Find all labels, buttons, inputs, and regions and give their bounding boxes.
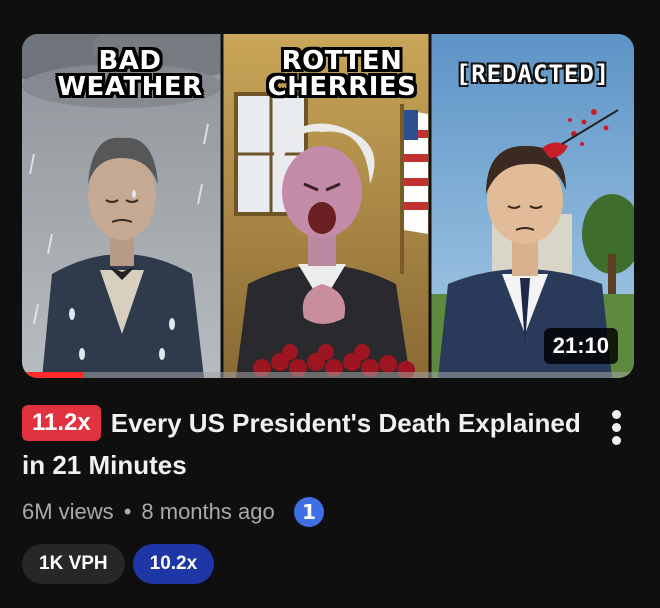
stats-chips: 1K VPH 10.2x	[22, 544, 215, 584]
view-count: 6M views	[22, 499, 114, 524]
ratio-chip[interactable]: 10.2x	[132, 544, 215, 584]
thumbnail-label-rotten-cherries: ROTTEN CHERRIES	[267, 46, 417, 102]
video-title-text[interactable]: Every US President's Death Explained in …	[22, 408, 581, 480]
video-thumbnail[interactable]: BAD WEATHER ROTTEN CHERRIES [REDACTED] 2…	[22, 34, 634, 378]
outlier-score-badge: 11.2x	[22, 405, 101, 441]
info-badge-number: 1	[302, 500, 316, 524]
more-vert-icon[interactable]	[604, 406, 630, 450]
video-title[interactable]: 11.2x Every US President's Death Explaine…	[22, 402, 582, 486]
video-duration: 21:10	[543, 328, 618, 364]
watch-progress-fill	[22, 372, 84, 378]
video-title-row[interactable]: 11.2x Every US President's Death Explaine…	[22, 402, 582, 486]
meta-separator: •	[123, 499, 132, 524]
vph-chip[interactable]: 1K VPH	[22, 544, 125, 584]
info-badge-icon[interactable]: 1	[293, 496, 325, 528]
thumbnail-label-redacted: [REDACTED]	[455, 60, 611, 88]
video-card[interactable]: BAD WEATHER ROTTEN CHERRIES [REDACTED] 2…	[0, 0, 660, 608]
upload-age: 8 months ago	[141, 499, 275, 524]
video-metadata: 6M views • 8 months ago 1	[22, 496, 325, 528]
thumbnail-label-bad-weather: BAD WEATHER	[57, 46, 203, 102]
watch-progress-bar	[22, 372, 634, 378]
